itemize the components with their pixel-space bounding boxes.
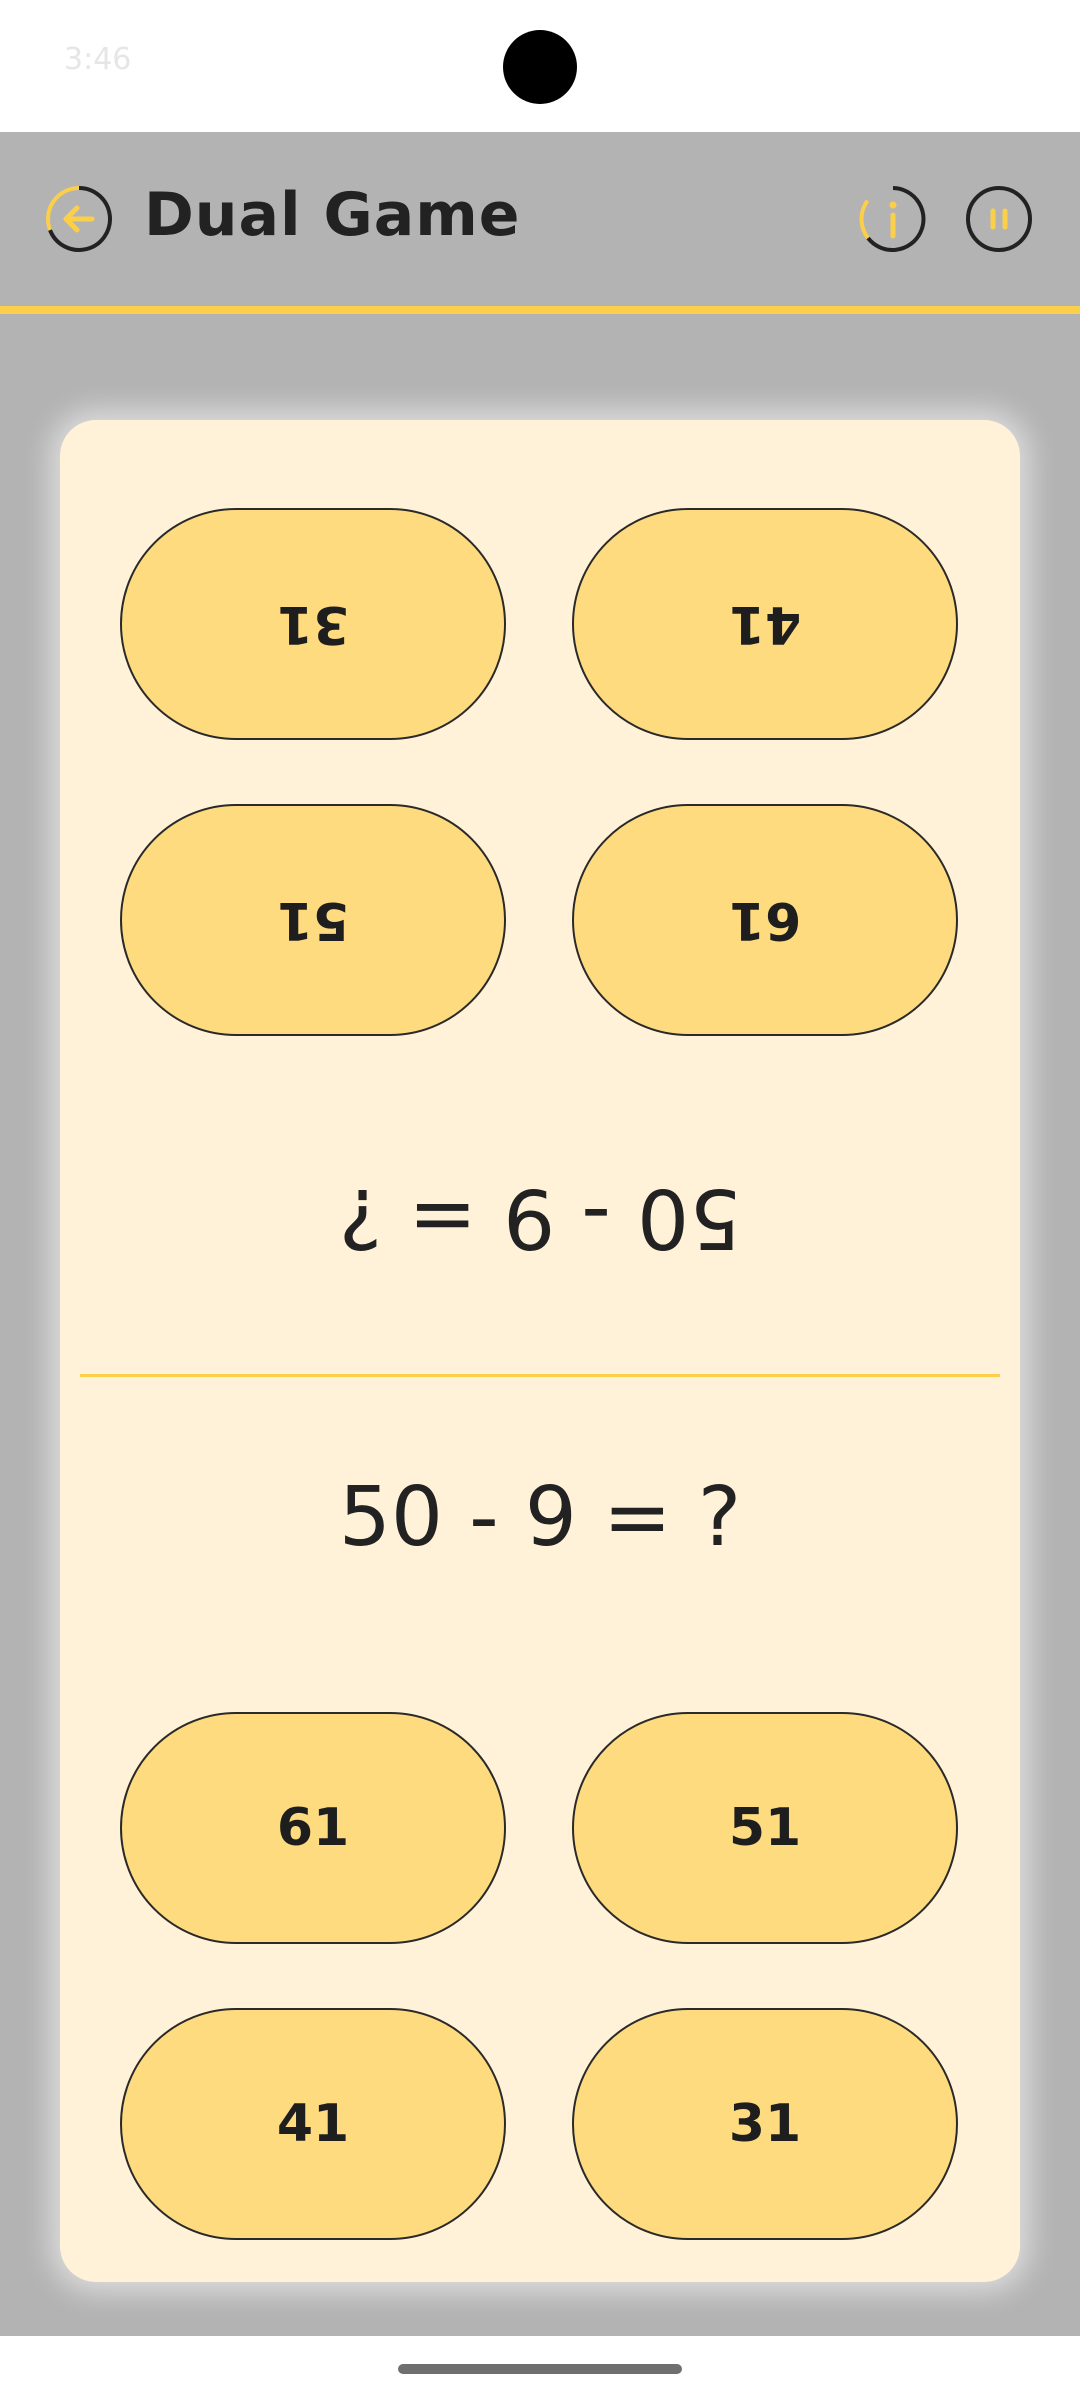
info-icon[interactable] xyxy=(858,184,928,254)
pause-icon[interactable] xyxy=(964,184,1034,254)
status-time: 3:46 xyxy=(64,42,132,77)
player-divider xyxy=(80,1374,1000,1377)
page-title: Dual Game xyxy=(144,180,521,250)
top-answer-button[interactable]: 31 xyxy=(120,508,506,740)
status-bar: 3:46 xyxy=(0,0,1080,132)
top-answer-button[interactable]: 61 xyxy=(572,804,958,1036)
home-gesture-handle[interactable] xyxy=(398,2364,682,2374)
top-answer-button[interactable]: 51 xyxy=(120,804,506,1036)
bottom-question: 50 - 9 = ? xyxy=(338,1470,742,1565)
top-question: 50 - 9 = ? xyxy=(338,1170,742,1265)
bottom-answer-button[interactable]: 41 xyxy=(120,2008,506,2240)
bottom-answer-button[interactable]: 51 xyxy=(572,1712,958,1944)
bottom-answer-button[interactable]: 31 xyxy=(572,2008,958,2240)
camera-cutout xyxy=(503,30,577,104)
back-arrow-icon[interactable] xyxy=(44,184,114,254)
top-answer-button[interactable]: 41 xyxy=(572,508,958,740)
app-bar-accent-line xyxy=(0,306,1080,314)
bottom-answer-button[interactable]: 61 xyxy=(120,1712,506,1944)
